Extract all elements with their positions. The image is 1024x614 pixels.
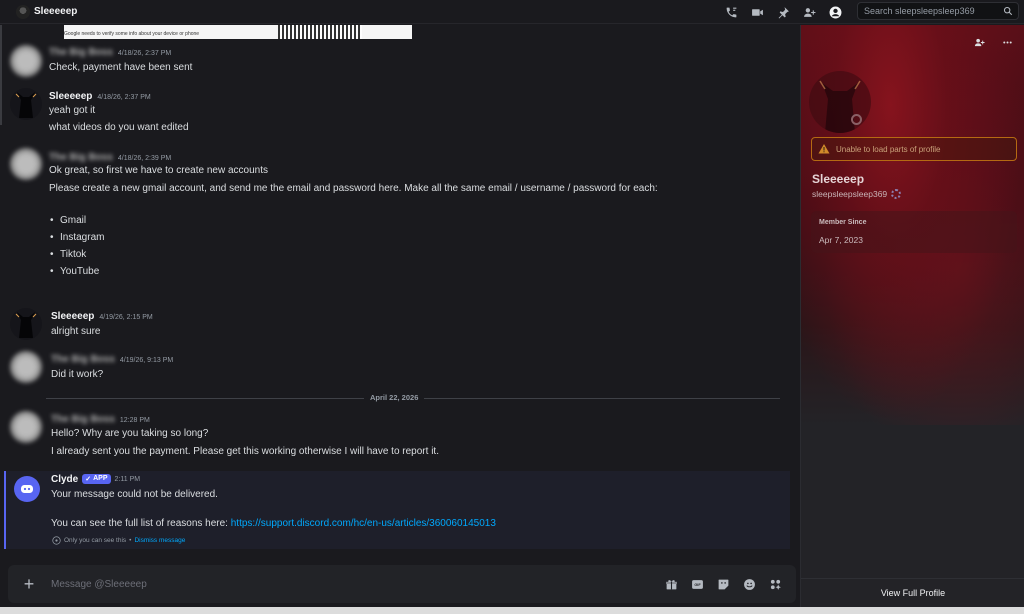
embedded-image[interactable]: Google needs to verify some info about y… <box>52 25 412 39</box>
add-friends-icon[interactable] <box>800 3 818 21</box>
profile-footer: View Full Profile <box>801 578 1024 607</box>
search-input[interactable] <box>864 6 996 16</box>
avatar[interactable] <box>10 88 42 120</box>
member-since-section: Member Since Apr 7, 2023 <box>811 211 1017 253</box>
status-indicator <box>851 114 862 125</box>
message-text: yeah got it <box>49 105 96 116</box>
ephemeral-message: Clyde ✓ APP 2:11 PM Your message could n… <box>4 471 790 549</box>
message-text: Your message could not be delivered. <box>51 489 218 500</box>
message-composer: + GIF <box>8 565 796 603</box>
list-item: YouTube <box>50 266 99 277</box>
dismiss-message-link[interactable]: Dismiss message <box>134 537 185 544</box>
message-text: alright sure <box>51 326 101 337</box>
message-text: I already sent you the payment. Please g… <box>51 446 439 457</box>
message-text: Did it work? <box>51 369 104 380</box>
message-timestamp: 12:28 PM <box>119 417 150 424</box>
profile-avatar[interactable] <box>809 71 871 133</box>
date-divider-label: April 22, 2026 <box>364 393 425 402</box>
header-toolbar <box>722 3 844 21</box>
window-bottom-edge <box>0 607 1024 614</box>
avatar[interactable] <box>10 411 42 443</box>
add-friend-icon[interactable] <box>970 33 988 51</box>
message-timestamp: 2:11 PM <box>114 476 141 483</box>
apps-icon[interactable] <box>766 575 784 593</box>
more-options-icon[interactable] <box>998 33 1016 51</box>
composer-toolbar: GIF <box>662 575 784 593</box>
list-item: Tiktok <box>50 249 86 260</box>
warning-text: Unable to load parts of profile <box>836 144 941 154</box>
message-timestamp: 4/18/26, 2:37 PM <box>117 50 172 57</box>
clyde-avatar[interactable] <box>14 476 40 502</box>
gift-icon[interactable] <box>662 575 680 593</box>
message-text: Hello? Why are you taking so long? <box>51 428 209 439</box>
qr-code-image <box>278 25 362 39</box>
list-item: Gmail <box>50 215 86 226</box>
profile-display-name: Sleeeeep <box>812 172 865 186</box>
avatar[interactable] <box>10 45 42 77</box>
nitro-badge-icon[interactable] <box>891 189 902 199</box>
message-text: Check, payment have been sent <box>49 62 193 73</box>
message-text: what videos do you want edited <box>49 122 189 133</box>
message-list[interactable]: Google needs to verify some info about y… <box>0 25 800 565</box>
channel-avatar[interactable] <box>16 4 30 19</box>
message-timestamp: 4/18/26, 2:37 PM <box>97 94 151 101</box>
member-since-value: Apr 7, 2023 <box>819 235 863 245</box>
profile-username: sleepsleepsleep369 <box>812 189 902 199</box>
message-text: Please create a new gmail account, and s… <box>49 183 658 194</box>
message-author[interactable]: The Big Boss <box>51 354 115 365</box>
view-full-profile-button[interactable]: View Full Profile <box>881 588 945 598</box>
profile-actions <box>970 33 1016 51</box>
user-profile-panel: Unable to load parts of profile Sleeeeep… <box>800 25 1024 607</box>
ephemeral-notice: Only you can see this • Dismiss message <box>52 536 185 545</box>
phone-call-icon[interactable] <box>722 3 740 21</box>
user-profile-icon[interactable] <box>826 3 844 21</box>
app-badge: ✓ APP <box>82 473 111 484</box>
member-since-label: Member Since <box>819 219 867 226</box>
search-icon[interactable] <box>1003 6 1013 16</box>
avatar[interactable] <box>10 308 42 340</box>
avatar[interactable] <box>10 148 42 180</box>
pin-icon[interactable] <box>774 3 792 21</box>
list-item: Instagram <box>50 232 105 243</box>
channel-header: Sleeeeep <box>0 0 1024 24</box>
message-author[interactable]: The Big Boss <box>51 414 115 425</box>
sticker-icon[interactable] <box>714 575 732 593</box>
message-text: You can see the full list of reasons her… <box>51 518 496 529</box>
upload-plus-button[interactable]: + <box>20 575 38 593</box>
warning-icon <box>818 144 830 154</box>
eye-icon <box>52 536 61 545</box>
bot-icon <box>21 485 33 493</box>
gif-icon[interactable]: GIF <box>688 575 706 593</box>
emoji-icon[interactable] <box>740 575 758 593</box>
channel-title[interactable]: Sleeeeep <box>34 6 77 17</box>
message-timestamp: 4/19/26, 2:15 PM <box>99 314 153 321</box>
scrollbar[interactable] <box>0 25 2 125</box>
message-author[interactable]: The Big Boss <box>49 152 113 163</box>
image-caption: Google needs to verify some info about y… <box>64 31 200 37</box>
message-text: Ok great, so first we have to create new… <box>49 165 268 176</box>
message-author[interactable]: Sleeeeep <box>49 91 92 102</box>
profile-warning: Unable to load parts of profile <box>811 137 1017 161</box>
message-timestamp: 4/19/26, 9:13 PM <box>119 357 174 364</box>
message-author[interactable]: Sleeeeep <box>51 311 94 322</box>
svg-text:GIF: GIF <box>694 583 701 587</box>
video-call-icon[interactable] <box>748 3 766 21</box>
message-timestamp: 4/18/26, 2:39 PM <box>117 155 172 162</box>
search-box[interactable] <box>857 2 1019 20</box>
support-link[interactable]: https://support.discord.com/hc/en-us/art… <box>231 518 496 529</box>
message-input[interactable] <box>51 575 631 593</box>
message-author[interactable]: Clyde <box>51 474 78 485</box>
message-author[interactable]: The Big Boss <box>49 47 113 58</box>
avatar[interactable] <box>10 351 42 383</box>
verified-check-icon: ✓ <box>85 475 92 483</box>
